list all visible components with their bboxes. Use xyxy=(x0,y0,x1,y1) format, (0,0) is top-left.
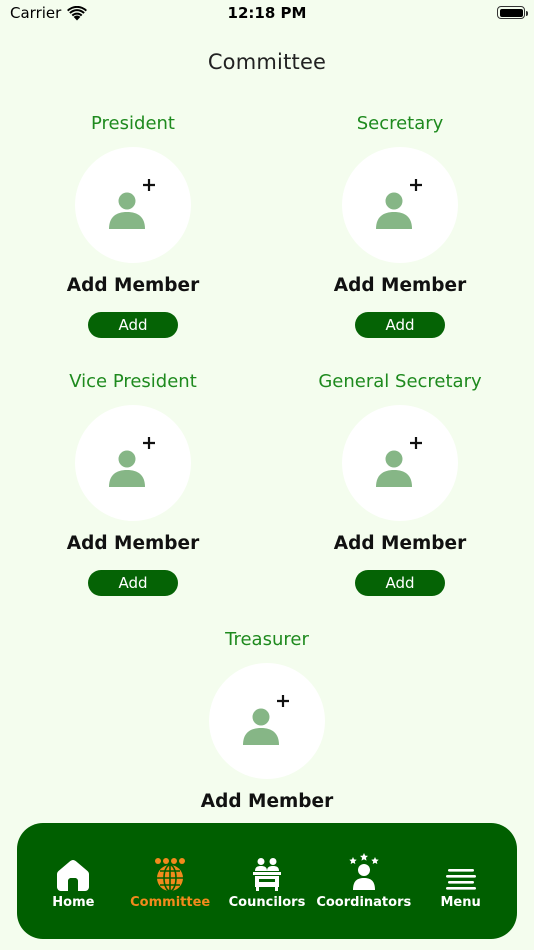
role-label: Vice President xyxy=(69,371,197,392)
committee-icon xyxy=(155,857,186,891)
nav-label: Councilors xyxy=(228,894,306,910)
battery-level xyxy=(499,8,523,17)
councilors-icon xyxy=(252,857,281,891)
member-name: Add Member xyxy=(333,533,467,554)
member-card-president: President Add Member Add xyxy=(23,112,243,338)
role-label: President xyxy=(91,113,175,134)
role-label: General Secretary xyxy=(318,371,482,392)
nav-item-committee[interactable]: Committee xyxy=(122,853,218,910)
member-name: Add Member xyxy=(333,275,467,296)
member-name: Add Member xyxy=(200,791,334,812)
coordinators-icon xyxy=(349,852,379,890)
member-card-secretary: Secretary Add Member Add xyxy=(290,112,510,338)
role-label: Secretary xyxy=(356,113,444,134)
nav-label: Committee xyxy=(130,894,211,910)
member-avatar[interactable] xyxy=(342,405,458,521)
page-title: Committee xyxy=(207,50,327,74)
nav-label: Home xyxy=(52,894,95,910)
member-card-general-secretary: General Secretary Add Member Add xyxy=(290,370,510,596)
nav-label: Coordinators xyxy=(316,894,412,910)
add-president-button[interactable]: Add xyxy=(88,312,178,338)
add-user-icon xyxy=(109,437,155,487)
add-general-secretary-button[interactable]: Add xyxy=(355,570,445,596)
add-user-icon xyxy=(243,695,289,745)
member-card-treasurer: Treasurer Add Member xyxy=(157,628,377,815)
bottom-nav: Home Committee Councilors Coordinators M… xyxy=(17,823,517,939)
nav-item-menu[interactable]: Menu xyxy=(413,853,509,910)
add-user-icon xyxy=(376,179,422,229)
menu-icon xyxy=(445,868,476,890)
home-icon xyxy=(57,859,90,891)
add-user-icon xyxy=(376,437,422,487)
add-user-icon xyxy=(109,179,155,229)
member-avatar[interactable] xyxy=(209,663,325,779)
status-bar: Carrier 12:18 PM xyxy=(0,0,534,30)
status-time: 12:18 PM xyxy=(227,4,307,22)
battery-icon xyxy=(497,6,528,19)
member-avatar[interactable] xyxy=(75,405,191,521)
nav-item-councilors[interactable]: Councilors xyxy=(219,853,315,910)
nav-item-home[interactable]: Home xyxy=(25,853,121,910)
role-label: Treasurer xyxy=(225,629,309,650)
member-name: Add Member xyxy=(66,533,200,554)
member-name: Add Member xyxy=(66,275,200,296)
member-avatar[interactable] xyxy=(342,147,458,263)
add-vice-president-button[interactable]: Add xyxy=(88,570,178,596)
member-card-vice-president: Vice President Add Member Add xyxy=(23,370,243,596)
nav-label: Menu xyxy=(440,894,481,910)
nav-item-coordinators[interactable]: Coordinators xyxy=(316,852,412,910)
add-secretary-button[interactable]: Add xyxy=(355,312,445,338)
member-avatar[interactable] xyxy=(75,147,191,263)
